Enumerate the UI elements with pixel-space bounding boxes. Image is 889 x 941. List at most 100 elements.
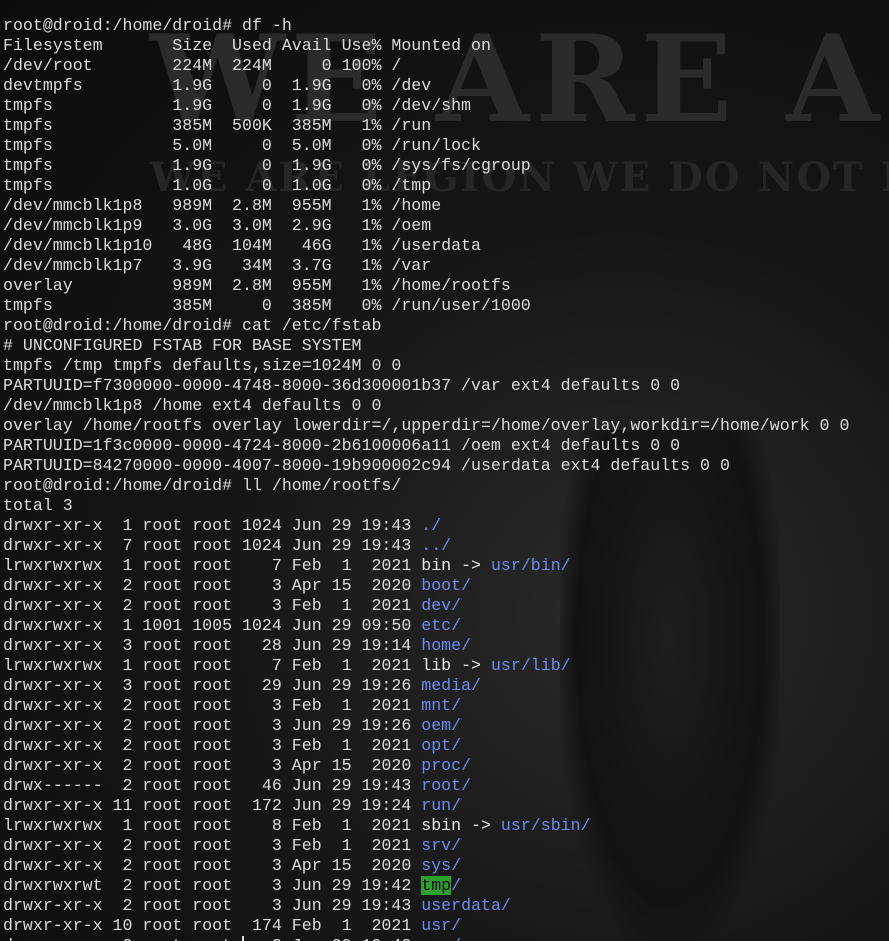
terminal-line: /dev/mmcblk1p8 /home ext4 defaults 0 0 [3, 396, 849, 416]
terminal-text: drwx------ 2 root root 46 Jun 29 19:43 [3, 776, 422, 795]
terminal-window[interactable]: WE ARE A WE ARE LEGION WE DO NOT FO root… [0, 0, 889, 941]
terminal-line: drwxr-xr-x 2 root root 3 Apr 15 2020 boo… [3, 576, 849, 596]
terminal-line: tmpfs 5.0M 0 5.0M 0% /run/lock [3, 136, 849, 156]
terminal-text: tmpfs 5.0M 0 5.0M 0% /run/lock [3, 136, 481, 155]
terminal-dir-text: sys/ [421, 856, 462, 875]
terminal-line: drwxr-xr-x 2 root root 3 Apr 15 2020 sys… [3, 856, 849, 876]
terminal-line: tmpfs 1.9G 0 1.9G 0% /sys/fs/cgroup [3, 156, 849, 176]
terminal-dir-text: / [451, 876, 462, 895]
terminal-dir-text: home/ [421, 636, 472, 655]
terminal-text: tmpfs 385M 0 385M 0% /run/user/1000 [3, 296, 531, 315]
terminal-text: /dev/mmcblk1p9 3.0G 3.0M 2.9G 1% /oem [3, 216, 432, 235]
terminal-text: drwxr-xr-x 2 root root 3 Feb 1 2021 [3, 736, 422, 755]
terminal-output: root@droid:/home/droid# df -h Filesystem … [3, 16, 849, 941]
terminal-sticky-text: tmp [421, 876, 452, 895]
terminal-line: drwxrwxr-x 1 1001 1005 1024 Jun 29 09:50… [3, 616, 849, 636]
terminal-text: /dev/mmcblk1p8 /home ext4 defaults 0 0 [3, 396, 382, 415]
terminal-text: root@droid:/home/droid# ll /home/rootfs/ [3, 476, 402, 495]
terminal-line: drwxr-xr-x 2 root root 3 Feb 1 2021 opt/ [3, 736, 849, 756]
terminal-line: /dev/mmcblk1p10 48G 104M 46G 1% /userdat… [3, 236, 849, 256]
terminal-dir-text: etc/ [421, 616, 462, 635]
terminal-text: drwxr-xr-x 3 root root 28 Jun 29 19:14 [3, 636, 422, 655]
terminal-text: /dev/mmcblk1p10 48G 104M 46G 1% /userdat… [3, 236, 481, 255]
terminal-text: devtmpfs 1.9G 0 1.9G 0% /dev [3, 76, 432, 95]
terminal-dir-text: var/ [421, 936, 461, 941]
terminal-line: lrwxrwxrwx 1 root root 7 Feb 1 2021 lib … [3, 656, 849, 676]
terminal-line: /dev/mmcblk1p9 3.0G 3.0M 2.9G 1% /oem [3, 216, 849, 236]
terminal-text: drwxr-xr-x 2 root root 3 Jun 29 19:43 [3, 936, 421, 941]
terminal-line: tmpfs 385M 500K 385M 1% /run [3, 116, 849, 136]
terminal-dir-text: root/ [421, 776, 472, 795]
terminal-text: lrwxrwxrwx 1 root root 7 Feb 1 2021 [3, 556, 422, 575]
terminal-text: /dev/mmcblk1p8 989M 2.8M 955M 1% /home [3, 196, 442, 215]
terminal-dir-text: media/ [421, 676, 481, 695]
terminal-text: lrwxrwxrwx 1 root root 8 Feb 1 2021 [3, 816, 422, 835]
terminal-line: /dev/root 224M 224M 0 100% / [3, 56, 849, 76]
terminal-text: drwxr-xr-x 2 root root 3 Apr 15 2020 [3, 856, 422, 875]
terminal-line: drwxr-xr-x 2 root root 3 Feb 1 2021 mnt/ [3, 696, 849, 716]
terminal-text: drwxrwxr-x 1 1001 1005 1024 Jun 29 09:50 [3, 616, 422, 635]
terminal-link-text: bin -> [421, 556, 491, 575]
terminal-line: drwx------ 2 root root 46 Jun 29 19:43 r… [3, 776, 849, 796]
terminal-line: drwxr-xr-x 3 root root 28 Jun 29 19:14 h… [3, 636, 849, 656]
terminal-text: overlay /home/rootfs overlay lowerdir=/,… [3, 416, 850, 435]
terminal-dir-text: oem/ [421, 716, 462, 735]
terminal-text: drwxr-xr-x 3 root root 29 Jun 29 19:26 [3, 676, 422, 695]
terminal-line: overlay /home/rootfs overlay lowerdir=/,… [3, 416, 849, 436]
terminal-dir-text: run/ [421, 796, 462, 815]
terminal-text: tmpfs 1.0G 0 1.0G 0% /tmp [3, 176, 432, 195]
terminal-line: PARTUUID=f7300000-0000-4748-8000-36d3000… [3, 376, 849, 396]
terminal-line: drwxr-xr-x 2 root root 3 Jun 29 19:26 oe… [3, 716, 849, 736]
terminal-dir-text: userdata/ [421, 896, 511, 915]
terminal-line: drwxr-xr-x 2 root root 3 Jun 29 19:43 va… [3, 936, 849, 941]
terminal-line: tmpfs /tmp tmpfs defaults,size=1024M 0 0 [3, 356, 849, 376]
terminal-line: drwxrwxrwt 2 root root 3 Jun 29 19:42 tm… [3, 876, 849, 896]
terminal-link-text: lib -> [421, 656, 491, 675]
terminal-text: overlay 989M 2.8M 955M 1% /home/rootfs [3, 276, 511, 295]
terminal-line: drwxr-xr-x 7 root root 1024 Jun 29 19:43… [3, 536, 849, 556]
terminal-text: drwxr-xr-x 11 root root 172 Jun 29 19:24 [3, 796, 422, 815]
terminal-line: drwxr-xr-x 2 root root 3 Feb 1 2021 dev/ [3, 596, 849, 616]
terminal-text: drwxr-xr-x 2 root root 3 Feb 1 2021 [3, 596, 422, 615]
terminal-line: PARTUUID=84270000-0000-4007-8000-19b9000… [3, 456, 849, 476]
terminal-line: overlay 989M 2.8M 955M 1% /home/rootfs [3, 276, 849, 296]
text-cursor [242, 936, 244, 941]
terminal-line: drwxr-xr-x 2 root root 3 Apr 15 2020 pro… [3, 756, 849, 776]
terminal-line: /dev/mmcblk1p8 989M 2.8M 955M 1% /home [3, 196, 849, 216]
terminal-text: tmpfs /tmp tmpfs defaults,size=1024M 0 0 [3, 356, 402, 375]
terminal-text: drwxr-xr-x 2 root root 3 Jun 29 19:43 [3, 896, 422, 915]
terminal-line: tmpfs 385M 0 385M 0% /run/user/1000 [3, 296, 849, 316]
terminal-dir-text: srv/ [421, 836, 462, 855]
terminal-text: total 3 [3, 496, 73, 515]
terminal-text: drwxr-xr-x 2 root root 3 Feb 1 2021 [3, 836, 422, 855]
terminal-line: drwxr-xr-x 1 root root 1024 Jun 29 19:43… [3, 516, 849, 536]
terminal-line: /dev/mmcblk1p7 3.9G 34M 3.7G 1% /var [3, 256, 849, 276]
terminal-line: drwxr-xr-x 2 root root 3 Feb 1 2021 srv/ [3, 836, 849, 856]
terminal-dir-text: ../ [421, 536, 452, 555]
terminal-text: /dev/root 224M 224M 0 100% / [3, 56, 402, 75]
terminal-text: root@droid:/home/droid# df -h [3, 16, 292, 35]
terminal-text: tmpfs 1.9G 0 1.9G 0% /sys/fs/cgroup [3, 156, 531, 175]
terminal-text: drwxrwxrwt 2 root root 3 Jun 29 19:42 [3, 876, 422, 895]
terminal-text: tmpfs 385M 500K 385M 1% /run [3, 116, 432, 135]
terminal-text: drwxr-xr-x 2 root root 3 Apr 15 2020 [3, 576, 422, 595]
terminal-line: root@droid:/home/droid# ll /home/rootfs/ [3, 476, 849, 496]
terminal-line: root@droid:/home/droid# df -h [3, 16, 849, 36]
terminal-dir-text: usr/ [421, 916, 462, 935]
terminal-dir-text: ./ [421, 516, 442, 535]
terminal-line: drwxr-xr-x 11 root root 172 Jun 29 19:24… [3, 796, 849, 816]
terminal-line: lrwxrwxrwx 1 root root 8 Feb 1 2021 sbin… [3, 816, 849, 836]
terminal-line: devtmpfs 1.9G 0 1.9G 0% /dev [3, 76, 849, 96]
terminal-text: # UNCONFIGURED FSTAB FOR BASE SYSTEM [3, 336, 362, 355]
terminal-text: drwxr-xr-x 2 root root 3 Jun 29 19:26 [3, 716, 422, 735]
terminal-dir-text: dev/ [421, 596, 462, 615]
terminal-dir-text: usr/sbin/ [500, 816, 591, 835]
terminal-text: root@droid:/home/droid# cat /etc/fstab [3, 316, 382, 335]
terminal-text: PARTUUID=84270000-0000-4007-8000-19b9000… [3, 456, 730, 475]
terminal-dir-text: opt/ [421, 736, 462, 755]
terminal-dir-text: mnt/ [421, 696, 462, 715]
terminal-text: tmpfs 1.9G 0 1.9G 0% /dev/shm [3, 96, 472, 115]
terminal-link-text: sbin -> [421, 816, 501, 835]
terminal-text: Filesystem Size Used Avail Use% Mounted … [3, 36, 491, 55]
terminal-text: drwxr-xr-x 2 root root 3 Apr 15 2020 [3, 756, 422, 775]
